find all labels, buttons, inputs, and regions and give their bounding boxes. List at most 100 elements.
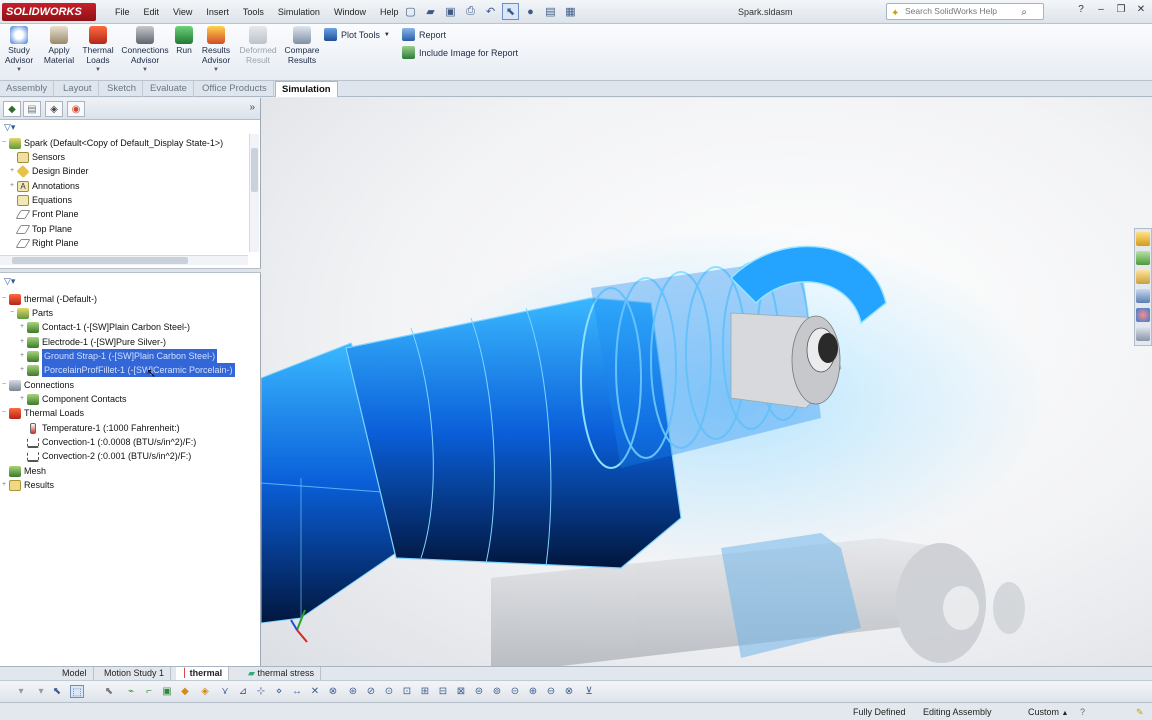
menu-view[interactable]: View bbox=[166, 0, 199, 24]
menu-help[interactable]: Help bbox=[373, 0, 406, 24]
filter-points-icon[interactable]: ⋄ bbox=[272, 685, 286, 698]
tab-office-products[interactable]: Office Products bbox=[196, 81, 274, 97]
tree-item-equations[interactable]: Equations bbox=[8, 193, 72, 207]
study-component-contacts[interactable]: + Component Contacts bbox=[18, 392, 127, 406]
save-icon[interactable]: ▣ bbox=[442, 3, 459, 20]
tree-item-front-plane[interactable]: Front Plane bbox=[8, 207, 79, 221]
filter-points-cloud-icon[interactable]: ⊞ bbox=[418, 685, 432, 698]
apply-material-button[interactable]: Apply Material bbox=[42, 26, 76, 65]
file-explorer-icon[interactable] bbox=[1136, 270, 1150, 284]
viewport-layout-icon[interactable]: ⊞ bbox=[1068, 98, 1082, 100]
select-icon[interactable]: ⬉ bbox=[502, 3, 519, 20]
tab-model[interactable]: Model bbox=[56, 667, 94, 680]
filter-tables-icon[interactable]: ⊟ bbox=[436, 685, 450, 698]
view-palette-icon[interactable] bbox=[1136, 289, 1150, 303]
help-search-input[interactable]: ✦ Search SolidWorks Help ⌕ bbox=[886, 3, 1044, 20]
tree-item-top-plane[interactable]: Top Plane bbox=[8, 222, 72, 236]
menu-simulation[interactable]: Simulation bbox=[271, 0, 327, 24]
collapse-icon[interactable]: − bbox=[8, 306, 16, 320]
filter-gtol-icon[interactable]: ⊜ bbox=[472, 685, 486, 698]
previous-icon[interactable]: ▾ bbox=[14, 685, 28, 698]
study-connections-folder[interactable]: − Connections bbox=[0, 378, 74, 392]
restore-icon[interactable]: ❐ bbox=[1108, 98, 1122, 100]
feature-manager-tab-icon[interactable]: ◆ bbox=[3, 101, 21, 117]
study-root-thermal[interactable]: − thermal (-Default-) bbox=[0, 292, 97, 306]
filter-surfaces-icon[interactable]: ⊘ bbox=[364, 685, 378, 698]
panel-splitter[interactable] bbox=[0, 268, 261, 273]
undo-icon[interactable]: ↶ bbox=[482, 3, 499, 20]
scrollbar-thumb[interactable] bbox=[251, 148, 258, 192]
menu-file[interactable]: File bbox=[108, 0, 137, 24]
filter-notes-icon[interactable]: ✕ bbox=[308, 685, 322, 698]
study-part-item-selected[interactable]: + Ground Strap-1 (-[SW]Plain Carbon Stee… bbox=[18, 349, 218, 363]
filter-loops-icon[interactable]: ⊙ bbox=[382, 685, 396, 698]
filter-vertices-icon[interactable]: ⌁ bbox=[124, 685, 138, 698]
thermal-loads-button[interactable]: Thermal Loads ▼ bbox=[82, 26, 114, 75]
study-load-temperature[interactable]: Temperature-1 (:1000 Fahrenheit:) bbox=[18, 421, 180, 435]
study-load-convection-2[interactable]: Convection-2 (:0.001 (BTU/s/in^2)/F:) bbox=[18, 449, 191, 463]
tree-item-right-plane[interactable]: Right Plane bbox=[8, 236, 79, 250]
filter-mates-icon[interactable]: ⊖ bbox=[544, 685, 558, 698]
notification-icon[interactable]: ✎ bbox=[1136, 703, 1144, 720]
tree-item-sensors[interactable]: Sensors bbox=[8, 150, 65, 164]
spark-plug-model[interactable] bbox=[261, 98, 1152, 666]
run-button[interactable]: Run bbox=[174, 26, 194, 55]
restore-icon[interactable]: ❐ bbox=[1114, 3, 1128, 17]
tab-sketch[interactable]: Sketch bbox=[101, 81, 144, 97]
study-results-folder[interactable]: + Results bbox=[0, 478, 54, 492]
view-orientation-icon[interactable]: ▣ bbox=[681, 98, 695, 100]
collapse-icon[interactable]: − bbox=[0, 292, 8, 306]
filter-bodies-icon[interactable]: ◆ bbox=[178, 685, 192, 698]
scrollbar-thumb[interactable] bbox=[12, 257, 188, 264]
filter-welds-icon[interactable]: ⊗ bbox=[326, 685, 340, 698]
scene-icon[interactable]: ▤ bbox=[753, 98, 767, 100]
pointer-icon[interactable]: ⬉ bbox=[50, 685, 64, 698]
filter-balloons-icon[interactable]: ⊠ bbox=[454, 685, 468, 698]
connections-advisor-button[interactable]: Connections Advisor ▼ bbox=[120, 26, 170, 75]
search-icon[interactable]: ⌕ bbox=[1021, 5, 1027, 20]
tab-layout[interactable]: Layout bbox=[57, 81, 99, 97]
design-library-icon[interactable] bbox=[1136, 251, 1150, 265]
rebuild-status-icon[interactable]: ? bbox=[1080, 703, 1085, 720]
appearances-icon[interactable] bbox=[1136, 308, 1150, 322]
filter-components-icon[interactable]: ◈ bbox=[198, 685, 212, 698]
help-icon[interactable]: ? bbox=[1074, 3, 1088, 17]
select-icon[interactable]: ⬉ bbox=[102, 685, 116, 698]
select-filter-icon[interactable]: ⬚ bbox=[70, 685, 84, 698]
study-thermal-loads-folder[interactable]: − Thermal Loads bbox=[0, 406, 84, 420]
collapse-icon[interactable]: − bbox=[0, 378, 8, 392]
zoom-area-icon[interactable]: ⌕ bbox=[627, 98, 641, 100]
collapse-icon[interactable]: − bbox=[0, 406, 8, 420]
tab-simulation[interactable]: Simulation bbox=[275, 81, 338, 97]
close-icon[interactable]: ✕ bbox=[1134, 3, 1148, 17]
configuration-manager-tab-icon[interactable]: ◈ bbox=[45, 101, 63, 117]
tree-item-annotations[interactable]: + A Annotations bbox=[8, 179, 80, 193]
section-view-icon[interactable]: ▦ bbox=[663, 98, 677, 100]
menu-edit[interactable]: Edit bbox=[137, 0, 167, 24]
rebuild-icon[interactable]: ● bbox=[522, 3, 539, 20]
options-icon[interactable]: ▦ bbox=[562, 3, 579, 20]
plot-tools-button[interactable]: Plot Tools ▼ bbox=[324, 28, 390, 41]
minimize-icon[interactable]: – bbox=[1094, 3, 1108, 17]
study-parts-folder[interactable]: − Parts bbox=[8, 306, 53, 320]
collapse-panel-icon[interactable]: » bbox=[249, 102, 255, 113]
tab-evaluate[interactable]: Evaluate bbox=[144, 81, 194, 97]
feature-tree-vertical-scrollbar[interactable] bbox=[249, 134, 259, 252]
display-manager-tab-icon[interactable]: ◉ bbox=[67, 101, 85, 117]
next-icon[interactable]: ▾ bbox=[34, 685, 48, 698]
filter-cosmetic-icon[interactable]: ⊕ bbox=[526, 685, 540, 698]
results-advisor-button[interactable]: Results Advisor ▼ bbox=[200, 26, 232, 75]
tree-item-design-binder[interactable]: + Design Binder bbox=[8, 164, 89, 178]
study-part-item[interactable]: + Contact-1 (-[SW]Plain Carbon Steel-) bbox=[18, 320, 190, 334]
zoom-to-fit-icon[interactable]: ⊹ bbox=[609, 98, 623, 100]
filter-axes-icon[interactable]: ⊹ bbox=[254, 685, 268, 698]
minimize-icon[interactable]: – bbox=[1088, 98, 1102, 100]
menu-tools[interactable]: Tools bbox=[236, 0, 271, 24]
study-filter-icon[interactable]: ▽▾ bbox=[0, 275, 15, 287]
resources-icon[interactable] bbox=[1136, 232, 1150, 246]
filter-blocks-icon[interactable]: ⊡ bbox=[400, 685, 414, 698]
hide-show-icon[interactable]: ◈ bbox=[717, 98, 731, 100]
filter-toggle-icon[interactable]: ⊻ bbox=[582, 685, 596, 698]
menu-window[interactable]: Window bbox=[327, 0, 373, 24]
study-part-item[interactable]: + Electrode-1 (-[SW]Pure Silver-) bbox=[18, 335, 166, 349]
